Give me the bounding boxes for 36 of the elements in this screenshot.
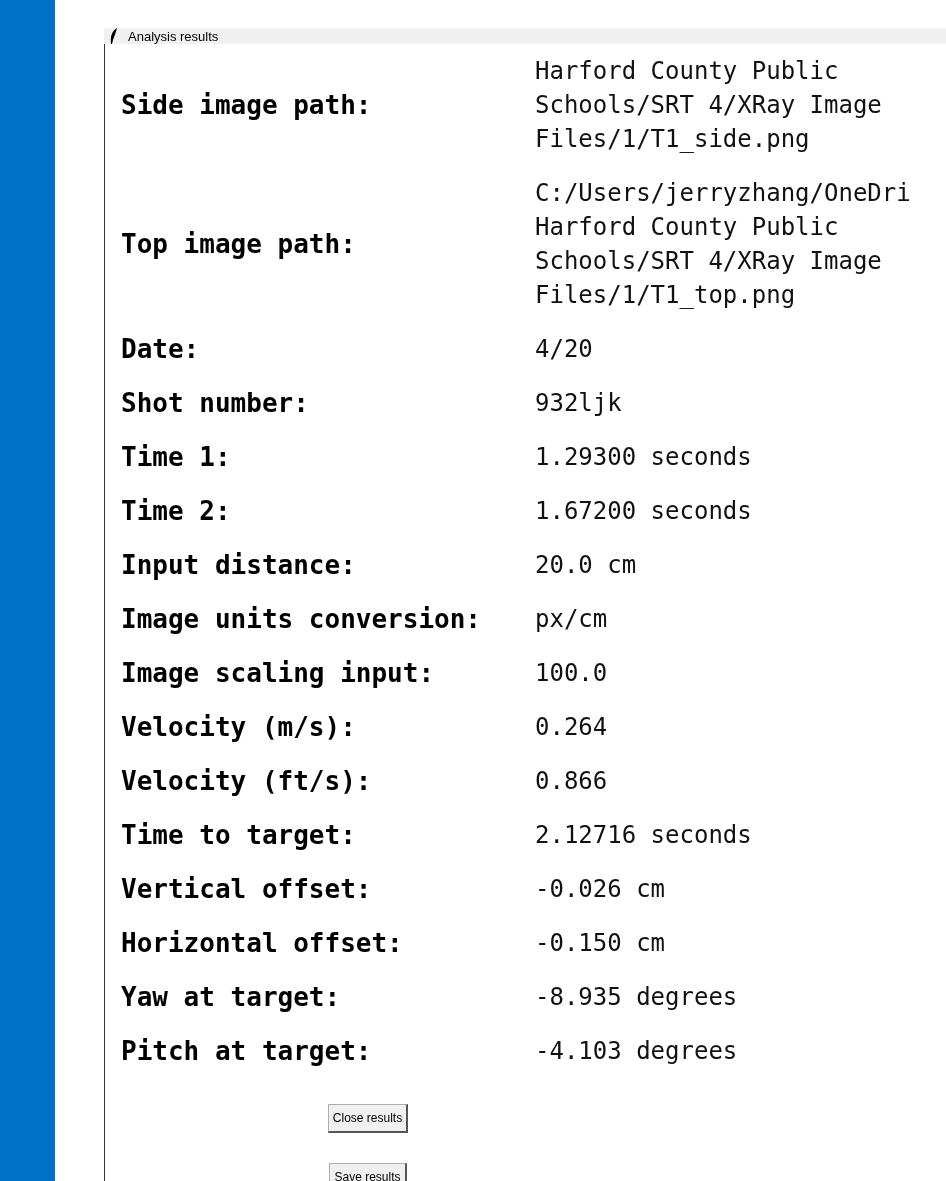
field-label: Vertical offset: [121, 874, 373, 904]
field-label: Image units conversion: [121, 604, 483, 634]
field-value: -8.935 degrees [535, 982, 738, 1013]
field-value: Harford County Public Schools/SRT 4/XRay Image Files/1/T1_side.png [535, 56, 882, 155]
field-value: 100.0 [535, 658, 608, 689]
field-value: 932ljk [535, 388, 622, 419]
field-value: 4/20 [535, 334, 593, 365]
action-button[interactable]: Save results [329, 1163, 407, 1181]
field-label: Time 2: [121, 496, 232, 526]
field-value: -4.103 degrees [535, 1036, 738, 1067]
field-value: px/cm [535, 604, 608, 635]
window-title: Analysis results [128, 28, 219, 44]
field-value: 0.264 [535, 712, 608, 743]
field-label: Time to target: [121, 820, 357, 850]
field-label: Horizontal offset: [121, 928, 404, 958]
action-button[interactable]: Close results [327, 1104, 409, 1133]
field-label: Pitch at target: [121, 1036, 373, 1066]
field-label: Top image path: [121, 229, 357, 259]
field-label: Side image path: [121, 90, 373, 120]
field-value: 2.12716 seconds [535, 820, 752, 851]
field-label: Yaw at target: [121, 982, 342, 1012]
field-label: Image scaling input: [121, 658, 436, 688]
field-label: Shot number: [121, 388, 310, 418]
field-label: Input distance: [121, 550, 357, 580]
feather-icon [110, 28, 118, 44]
field-value: 1.67200 seconds [535, 496, 752, 527]
field-label: Time 1: [121, 442, 232, 472]
field-value: -0.026 cm [535, 874, 666, 905]
field-value: 1.29300 seconds [535, 442, 752, 473]
field-value: C:/Users/jerryzhang/OneDri Harford County Public Schools/SRT 4/XRay Image Files/1/T1_top.png [535, 178, 911, 311]
field-label: Date: [121, 334, 201, 364]
field-value: -0.150 cm [535, 928, 666, 959]
field-label: Velocity (ft/s): [121, 766, 373, 796]
field-value: 0.866 [535, 766, 608, 797]
field-value: 20.0 cm [535, 550, 637, 581]
field-label: Velocity (m/s): [121, 712, 357, 742]
